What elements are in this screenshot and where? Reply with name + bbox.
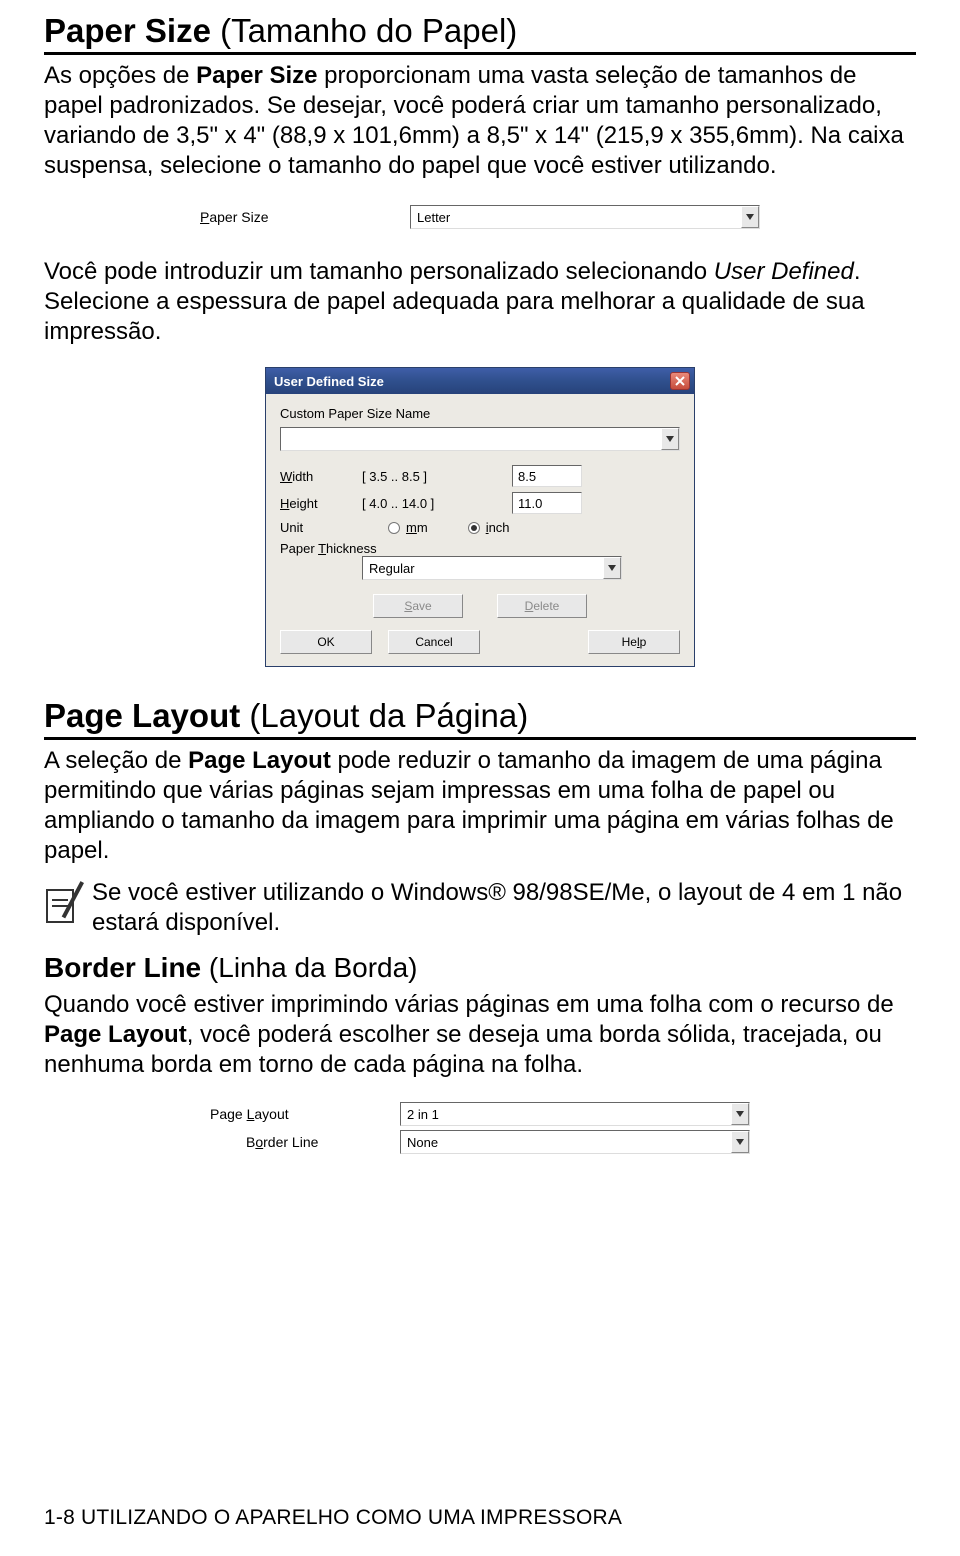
paper-size-paragraph-2: Você pode introduzir um tamanho personal… [44, 257, 916, 347]
height-row: Height [ 4.0 .. 14.0 ] 11.0 [280, 492, 680, 514]
width-label: Width [280, 469, 362, 484]
delete-button[interactable]: Delete [497, 594, 587, 618]
note-block: Se você estiver utilizando o Windows® 98… [44, 878, 916, 938]
unit-row: Unit mm inch [280, 520, 680, 535]
height-label: Height [280, 496, 362, 511]
user-defined-size-dialog: User Defined Size Custom Paper Size Name… [265, 367, 695, 667]
chevron-down-icon[interactable] [661, 428, 679, 450]
custom-name-dropdown[interactable] [280, 427, 680, 451]
heading-paper-size: Paper Size (Tamanho do Papel) [44, 12, 916, 55]
note-text: Se você estiver utilizando o Windows® 98… [92, 878, 916, 938]
note-icon [44, 883, 82, 927]
height-range: [ 4.0 .. 14.0 ] [362, 496, 512, 511]
page-layout-label: Page Layout [210, 1106, 400, 1122]
border-line-dropdown[interactable]: None [400, 1130, 750, 1154]
paper-size-value: Letter [411, 210, 741, 225]
heading-bold: Paper Size [44, 12, 211, 49]
heading-border-line: Border Line (Linha da Borda) [44, 952, 916, 984]
paper-size-control-row: Paper Size Letter [200, 205, 760, 229]
thickness-label: Paper Thickness [280, 541, 680, 556]
chevron-down-icon[interactable] [603, 557, 621, 579]
border-line-paragraph: Quando você estiver imprimindo várias pá… [44, 990, 916, 1080]
cancel-button[interactable]: Cancel [388, 630, 480, 654]
close-icon[interactable] [670, 372, 690, 390]
page-layout-dropdown[interactable]: 2 in 1 [400, 1102, 750, 1126]
border-line-label: Border Line [210, 1134, 400, 1150]
save-button[interactable]: Save [373, 594, 463, 618]
radio-icon [388, 522, 400, 534]
page-layout-panel: Page Layout 2 in 1 Border Line None [210, 1102, 750, 1154]
radio-icon [468, 522, 480, 534]
heading-rest: (Tamanho do Papel) [211, 12, 517, 49]
paper-size-dropdown[interactable]: Letter [410, 205, 760, 229]
dialog-title: User Defined Size [274, 374, 384, 389]
width-input[interactable]: 8.5 [512, 465, 582, 487]
page-layout-paragraph: A seleção de Page Layout pode reduzir o … [44, 746, 916, 866]
width-range: [ 3.5 .. 8.5 ] [362, 469, 512, 484]
border-line-value: None [401, 1135, 731, 1150]
dialog-titlebar: User Defined Size [266, 368, 694, 394]
thickness-value: Regular [363, 561, 603, 576]
thickness-dropdown[interactable]: Regular [362, 556, 622, 580]
chevron-down-icon[interactable] [731, 1131, 749, 1153]
page-footer: 1-8 UTILIZANDO O APARELHO COMO UMA IMPRE… [44, 1506, 622, 1530]
unit-label: Unit [280, 520, 362, 535]
paper-size-label: Paper Size [200, 209, 400, 225]
unit-inch-radio[interactable]: inch [468, 520, 510, 535]
ok-button[interactable]: OK [280, 630, 372, 654]
heading-page-layout: Page Layout (Layout da Página) [44, 697, 916, 740]
help-button[interactable]: Help [588, 630, 680, 654]
width-row: Width [ 3.5 .. 8.5 ] 8.5 [280, 465, 680, 487]
chevron-down-icon[interactable] [731, 1103, 749, 1125]
height-input[interactable]: 11.0 [512, 492, 582, 514]
page-layout-value: 2 in 1 [401, 1107, 731, 1122]
unit-mm-radio[interactable]: mm [388, 520, 428, 535]
custom-name-label: Custom Paper Size Name [280, 406, 680, 421]
paper-size-paragraph-1: As opções de Paper Size proporcionam uma… [44, 61, 916, 181]
chevron-down-icon[interactable] [741, 206, 759, 228]
